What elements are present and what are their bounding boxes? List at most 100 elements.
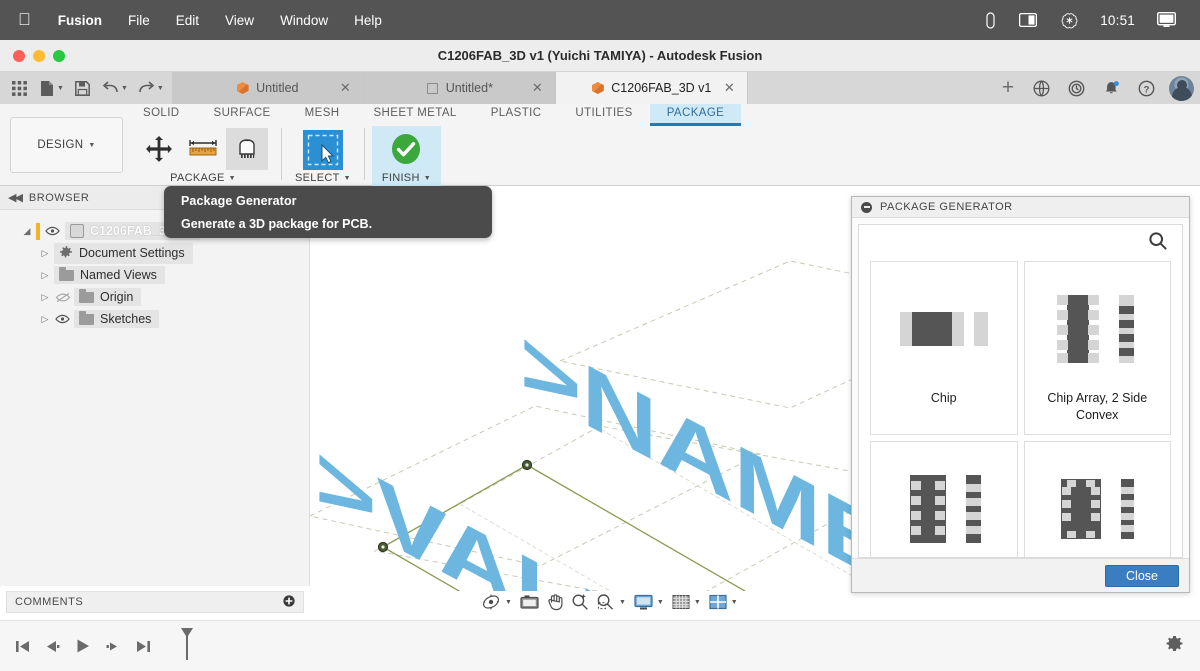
timeline-settings-icon[interactable] — [1165, 634, 1200, 658]
minimize-icon[interactable] — [861, 201, 872, 213]
finish-check-icon[interactable] — [385, 128, 427, 170]
expand-arrow-icon[interactable]: ▷ — [36, 270, 54, 281]
chevron-down-icon[interactable]: ▼ — [731, 599, 742, 606]
user-avatar[interactable] — [1169, 75, 1194, 101]
openai-icon[interactable] — [1049, 12, 1090, 29]
expand-arrow-icon[interactable]: ◢ — [18, 226, 36, 237]
tree-node-origin[interactable]: ▷ Origin — [0, 286, 309, 308]
zoom-window-icon[interactable] — [593, 593, 618, 611]
package-type-grid: Chip Chip Array, 2 Side Convex — [859, 261, 1182, 557]
cube-icon — [591, 82, 604, 95]
workspace-switcher-button[interactable]: DESIGN ▼ — [10, 117, 123, 173]
ribbon-tab-mesh[interactable]: MESH — [288, 104, 357, 126]
chevron-down-icon[interactable]: ▼ — [694, 599, 705, 606]
ribbon-group-select: SELECT ▼ — [289, 126, 357, 184]
document-tab-untitled-2[interactable]: Untitled* ✕ — [363, 72, 556, 104]
tabstrip-right-controls: + ? — [993, 72, 1200, 104]
measure-icon[interactable] — [182, 128, 224, 170]
package-item-chip[interactable]: Chip — [870, 261, 1018, 435]
document-tab-untitled-1[interactable]: Untitled ✕ — [171, 72, 364, 104]
chevron-down-icon[interactable]: ▼ — [657, 599, 668, 606]
split-view-icon[interactable] — [1007, 13, 1049, 27]
pan-icon[interactable] — [543, 593, 567, 611]
visibility-eye-icon[interactable] — [54, 314, 71, 324]
menu-item-edit[interactable]: Edit — [163, 13, 212, 28]
ribbon-tab-plastic[interactable]: PLASTIC — [474, 104, 559, 126]
help-icon[interactable]: ? — [1130, 72, 1163, 104]
orbit-icon[interactable] — [478, 593, 504, 611]
save-icon[interactable] — [70, 74, 96, 102]
comments-bar[interactable]: COMMENTS — [6, 591, 304, 613]
ribbon-tab-package[interactable]: PACKAGE — [649, 104, 742, 126]
tree-node-document-settings[interactable]: ▷ Document Settings — [0, 242, 309, 264]
expand-arrow-icon[interactable]: ▷ — [36, 248, 54, 259]
ribbon-group-select-label[interactable]: SELECT ▼ — [295, 172, 351, 184]
grid-icon[interactable] — [6, 74, 32, 102]
timeline-playhead[interactable] — [178, 627, 196, 666]
menu-item-file[interactable]: File — [115, 13, 163, 28]
collapse-left-icon[interactable]: ◀◀ — [8, 191, 23, 204]
tree-node-sketches[interactable]: ▷ Sketches — [0, 308, 309, 330]
expand-arrow-icon[interactable]: ▷ — [36, 292, 54, 303]
battery-icon[interactable] — [974, 11, 1007, 29]
tree-node-label: Sketches — [100, 312, 152, 326]
new-document-button[interactable]: ▼ — [34, 74, 68, 102]
chevron-down-icon[interactable]: ▼ — [505, 599, 516, 606]
search-icon[interactable] — [1148, 231, 1168, 256]
ribbon-tab-sheet-metal[interactable]: SHEET METAL — [356, 104, 473, 126]
skip-to-beginning-button[interactable] — [14, 635, 32, 657]
tree-node-chip: Document Settings — [54, 242, 193, 264]
viewports-icon[interactable] — [706, 594, 730, 611]
ribbon-group-finish-label[interactable]: FINISH ▼ — [382, 172, 431, 184]
move-icon[interactable] — [138, 128, 180, 170]
visibility-hidden-icon[interactable] — [54, 292, 71, 303]
display-icon[interactable] — [1145, 12, 1188, 28]
bell-icon[interactable] — [1095, 72, 1128, 104]
chevron-down-icon[interactable]: ▼ — [619, 599, 630, 606]
chevron-down-icon[interactable]: ▼ — [57, 85, 68, 92]
browser-title: BROWSER — [28, 191, 90, 204]
ribbon-tab-solid[interactable]: SOLID — [126, 104, 197, 126]
add-comment-icon[interactable] — [283, 594, 295, 610]
menu-item-window[interactable]: Window — [267, 13, 341, 28]
chevron-down-icon[interactable]: ▼ — [121, 85, 132, 92]
menu-item-view[interactable]: View — [212, 13, 267, 28]
new-tab-button[interactable]: + — [993, 72, 1023, 104]
select-icon[interactable] — [302, 130, 343, 170]
ribbon-tab-surface[interactable]: SURFACE — [197, 104, 288, 126]
look-at-icon[interactable] — [517, 594, 542, 610]
close-button[interactable]: Close — [1105, 564, 1179, 587]
clock-icon[interactable] — [1060, 72, 1093, 104]
ribbon-group-package-label[interactable]: PACKAGE ▼ — [170, 172, 236, 184]
package-item-chip-array-2-side[interactable]: Chip Array, 2 Side — [870, 441, 1018, 557]
globe-icon[interactable] — [1025, 72, 1058, 104]
group-label-text: PACKAGE — [170, 172, 225, 184]
close-icon[interactable]: ✕ — [532, 80, 543, 96]
step-back-button[interactable] — [44, 635, 62, 657]
close-icon[interactable]: ✕ — [724, 80, 735, 96]
ribbon-tab-utilities[interactable]: UTILITIES — [558, 104, 649, 126]
package-generator-icon[interactable] — [226, 128, 268, 170]
ribbon-group-select-items — [302, 126, 343, 170]
play-button[interactable] — [74, 635, 92, 657]
package-item-chip-array-4-side[interactable]: Chip Array, 4 Side — [1023, 441, 1171, 557]
tree-node-named-views[interactable]: ▷ Named Views — [0, 264, 309, 286]
document-tab-c1206fab-3d[interactable]: C1206FAB_3D v1 ✕ — [555, 72, 748, 104]
redo-button[interactable]: ▼ — [134, 74, 168, 102]
package-generator-header[interactable]: PACKAGE GENERATOR — [852, 197, 1189, 218]
skip-to-end-button[interactable] — [134, 635, 152, 657]
step-forward-button[interactable] — [104, 635, 122, 657]
close-icon[interactable]: ✕ — [340, 80, 351, 96]
menu-item-fusion[interactable]: Fusion — [45, 13, 115, 28]
expand-arrow-icon[interactable]: ▷ — [36, 314, 54, 325]
apple-logo-icon[interactable]:  — [10, 11, 45, 30]
menu-item-help[interactable]: Help — [341, 13, 395, 28]
package-item-chip-array-2-side-convex[interactable]: Chip Array, 2 Side Convex — [1023, 261, 1171, 435]
visibility-eye-icon[interactable] — [44, 226, 61, 236]
package-item-label: Chip — [930, 391, 957, 405]
chevron-down-icon[interactable]: ▼ — [157, 85, 168, 92]
zoom-icon[interactable] — [568, 593, 592, 611]
grid-snaps-icon[interactable] — [669, 594, 693, 611]
display-settings-icon[interactable] — [631, 594, 656, 611]
undo-button[interactable]: ▼ — [98, 74, 132, 102]
